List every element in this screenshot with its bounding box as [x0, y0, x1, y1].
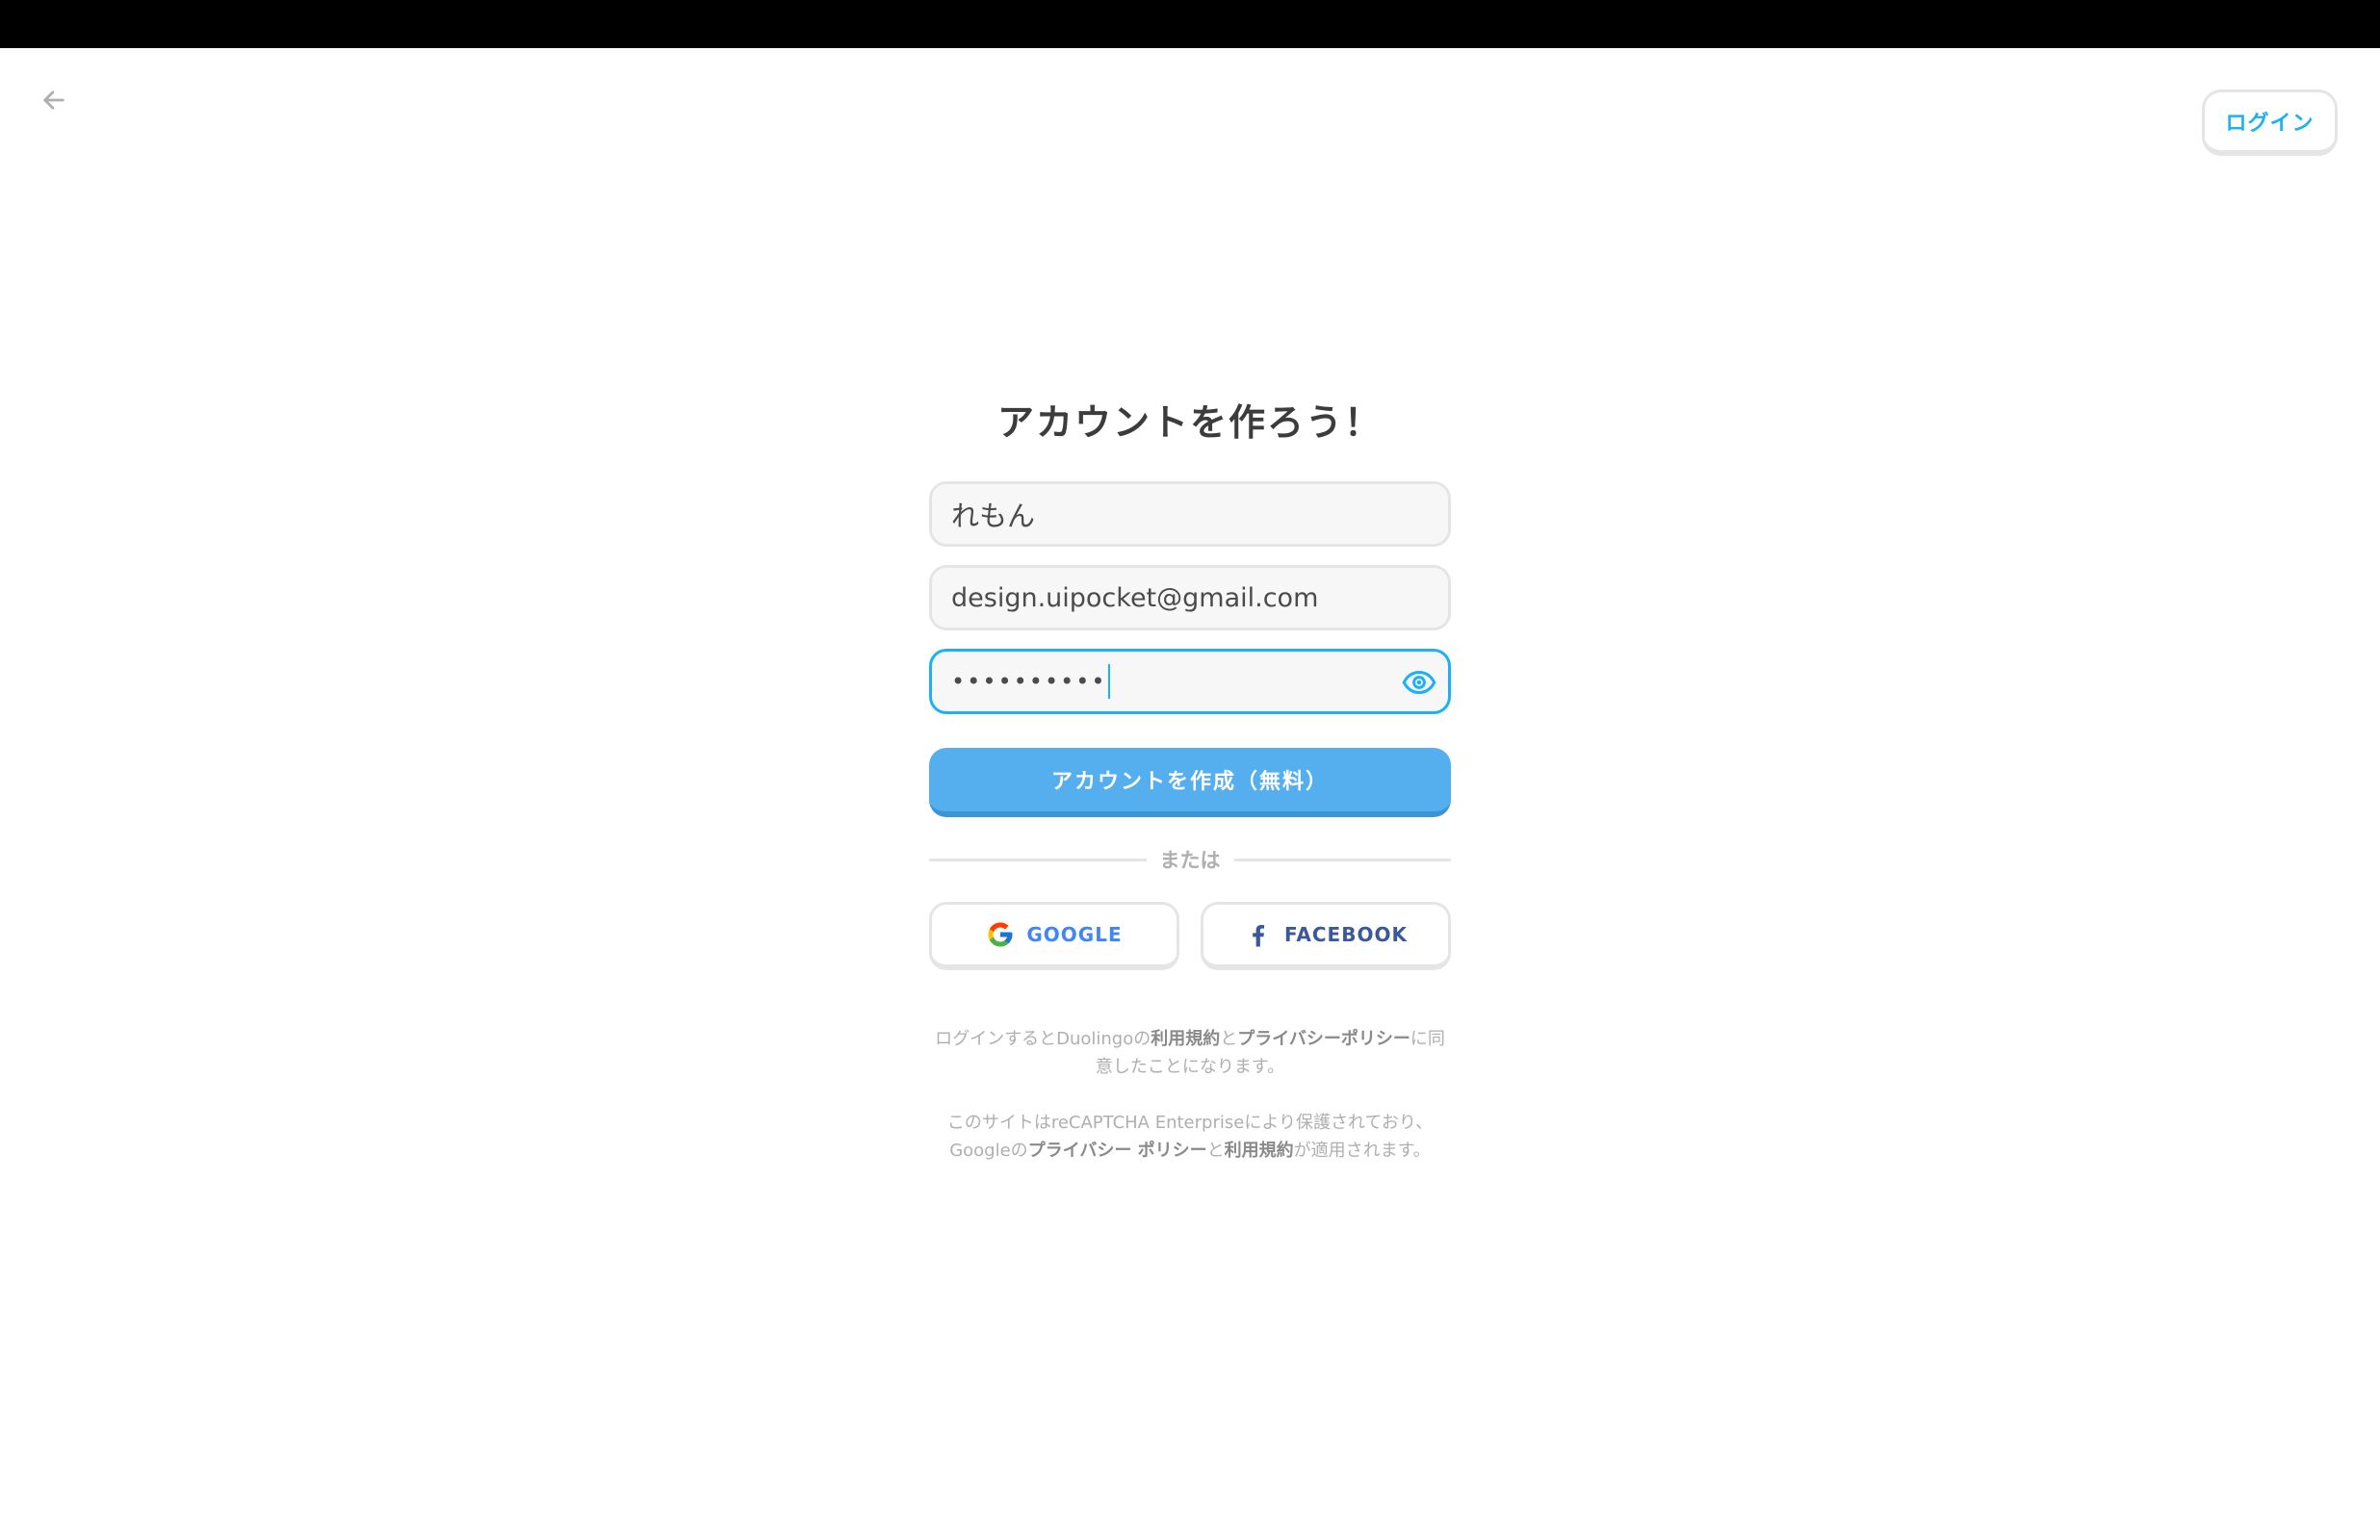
google-g-icon — [986, 920, 1015, 949]
terms-notice: ログインするとDuolingoの利用規約とプライバシーポリシーに同意したことにな… — [929, 1025, 1451, 1081]
privacy-policy-link[interactable]: プライバシーポリシー — [1237, 1029, 1410, 1049]
recaptcha-notice: このサイトはreCAPTCHA Enterpriseにより保護されており、Goo… — [929, 1109, 1451, 1165]
email-field[interactable]: design.uipocket@gmail.com — [929, 565, 1451, 630]
facebook-f-icon — [1244, 920, 1273, 949]
arrow-left-icon — [43, 90, 65, 110]
google-privacy-policy-link[interactable]: プライバシー ポリシー — [1028, 1141, 1207, 1161]
create-account-button[interactable]: アカウントを作成（無料） — [929, 748, 1451, 817]
login-button[interactable]: ログイン — [2202, 90, 2338, 156]
text-caret — [1107, 664, 1110, 699]
password-field-value: •••••••••• — [951, 668, 1107, 695]
password-field[interactable]: •••••••••• — [929, 649, 1451, 714]
create-account-label: アカウントを作成（無料） — [1050, 770, 1329, 794]
google-terms-link[interactable]: 利用規約 — [1225, 1141, 1294, 1161]
show-password-button[interactable] — [1400, 663, 1438, 702]
eye-icon — [1402, 670, 1436, 695]
google-login-label: GOOGLE — [1026, 923, 1123, 946]
terms-text-pre: ログインするとDuolingoの — [935, 1029, 1151, 1049]
terms-link[interactable]: 利用規約 — [1151, 1029, 1220, 1049]
page-title: アカウントを作ろう！ — [996, 401, 1383, 444]
recaptcha-text-post: が適用されます。 — [1293, 1141, 1431, 1161]
terms-text-and: と — [1220, 1029, 1238, 1049]
name-field[interactable]: れもん — [929, 481, 1451, 547]
divider-line-right — [1233, 858, 1451, 861]
status-bar — [0, 0, 2380, 48]
back-button[interactable] — [35, 81, 73, 119]
google-login-button[interactable]: GOOGLE — [929, 902, 1179, 970]
recaptcha-text-and: と — [1206, 1141, 1225, 1161]
divider-line-left — [929, 858, 1147, 861]
divider-text: または — [1159, 849, 1221, 872]
facebook-login-button[interactable]: FACEBOOK — [1201, 902, 1451, 970]
email-field-value: design.uipocket@gmail.com — [951, 582, 1319, 613]
login-button-label: ログイン — [2225, 112, 2315, 136]
facebook-login-label: FACEBOOK — [1284, 923, 1408, 946]
name-field-value: れもん — [951, 500, 1036, 532]
or-divider: または — [929, 845, 1451, 874]
